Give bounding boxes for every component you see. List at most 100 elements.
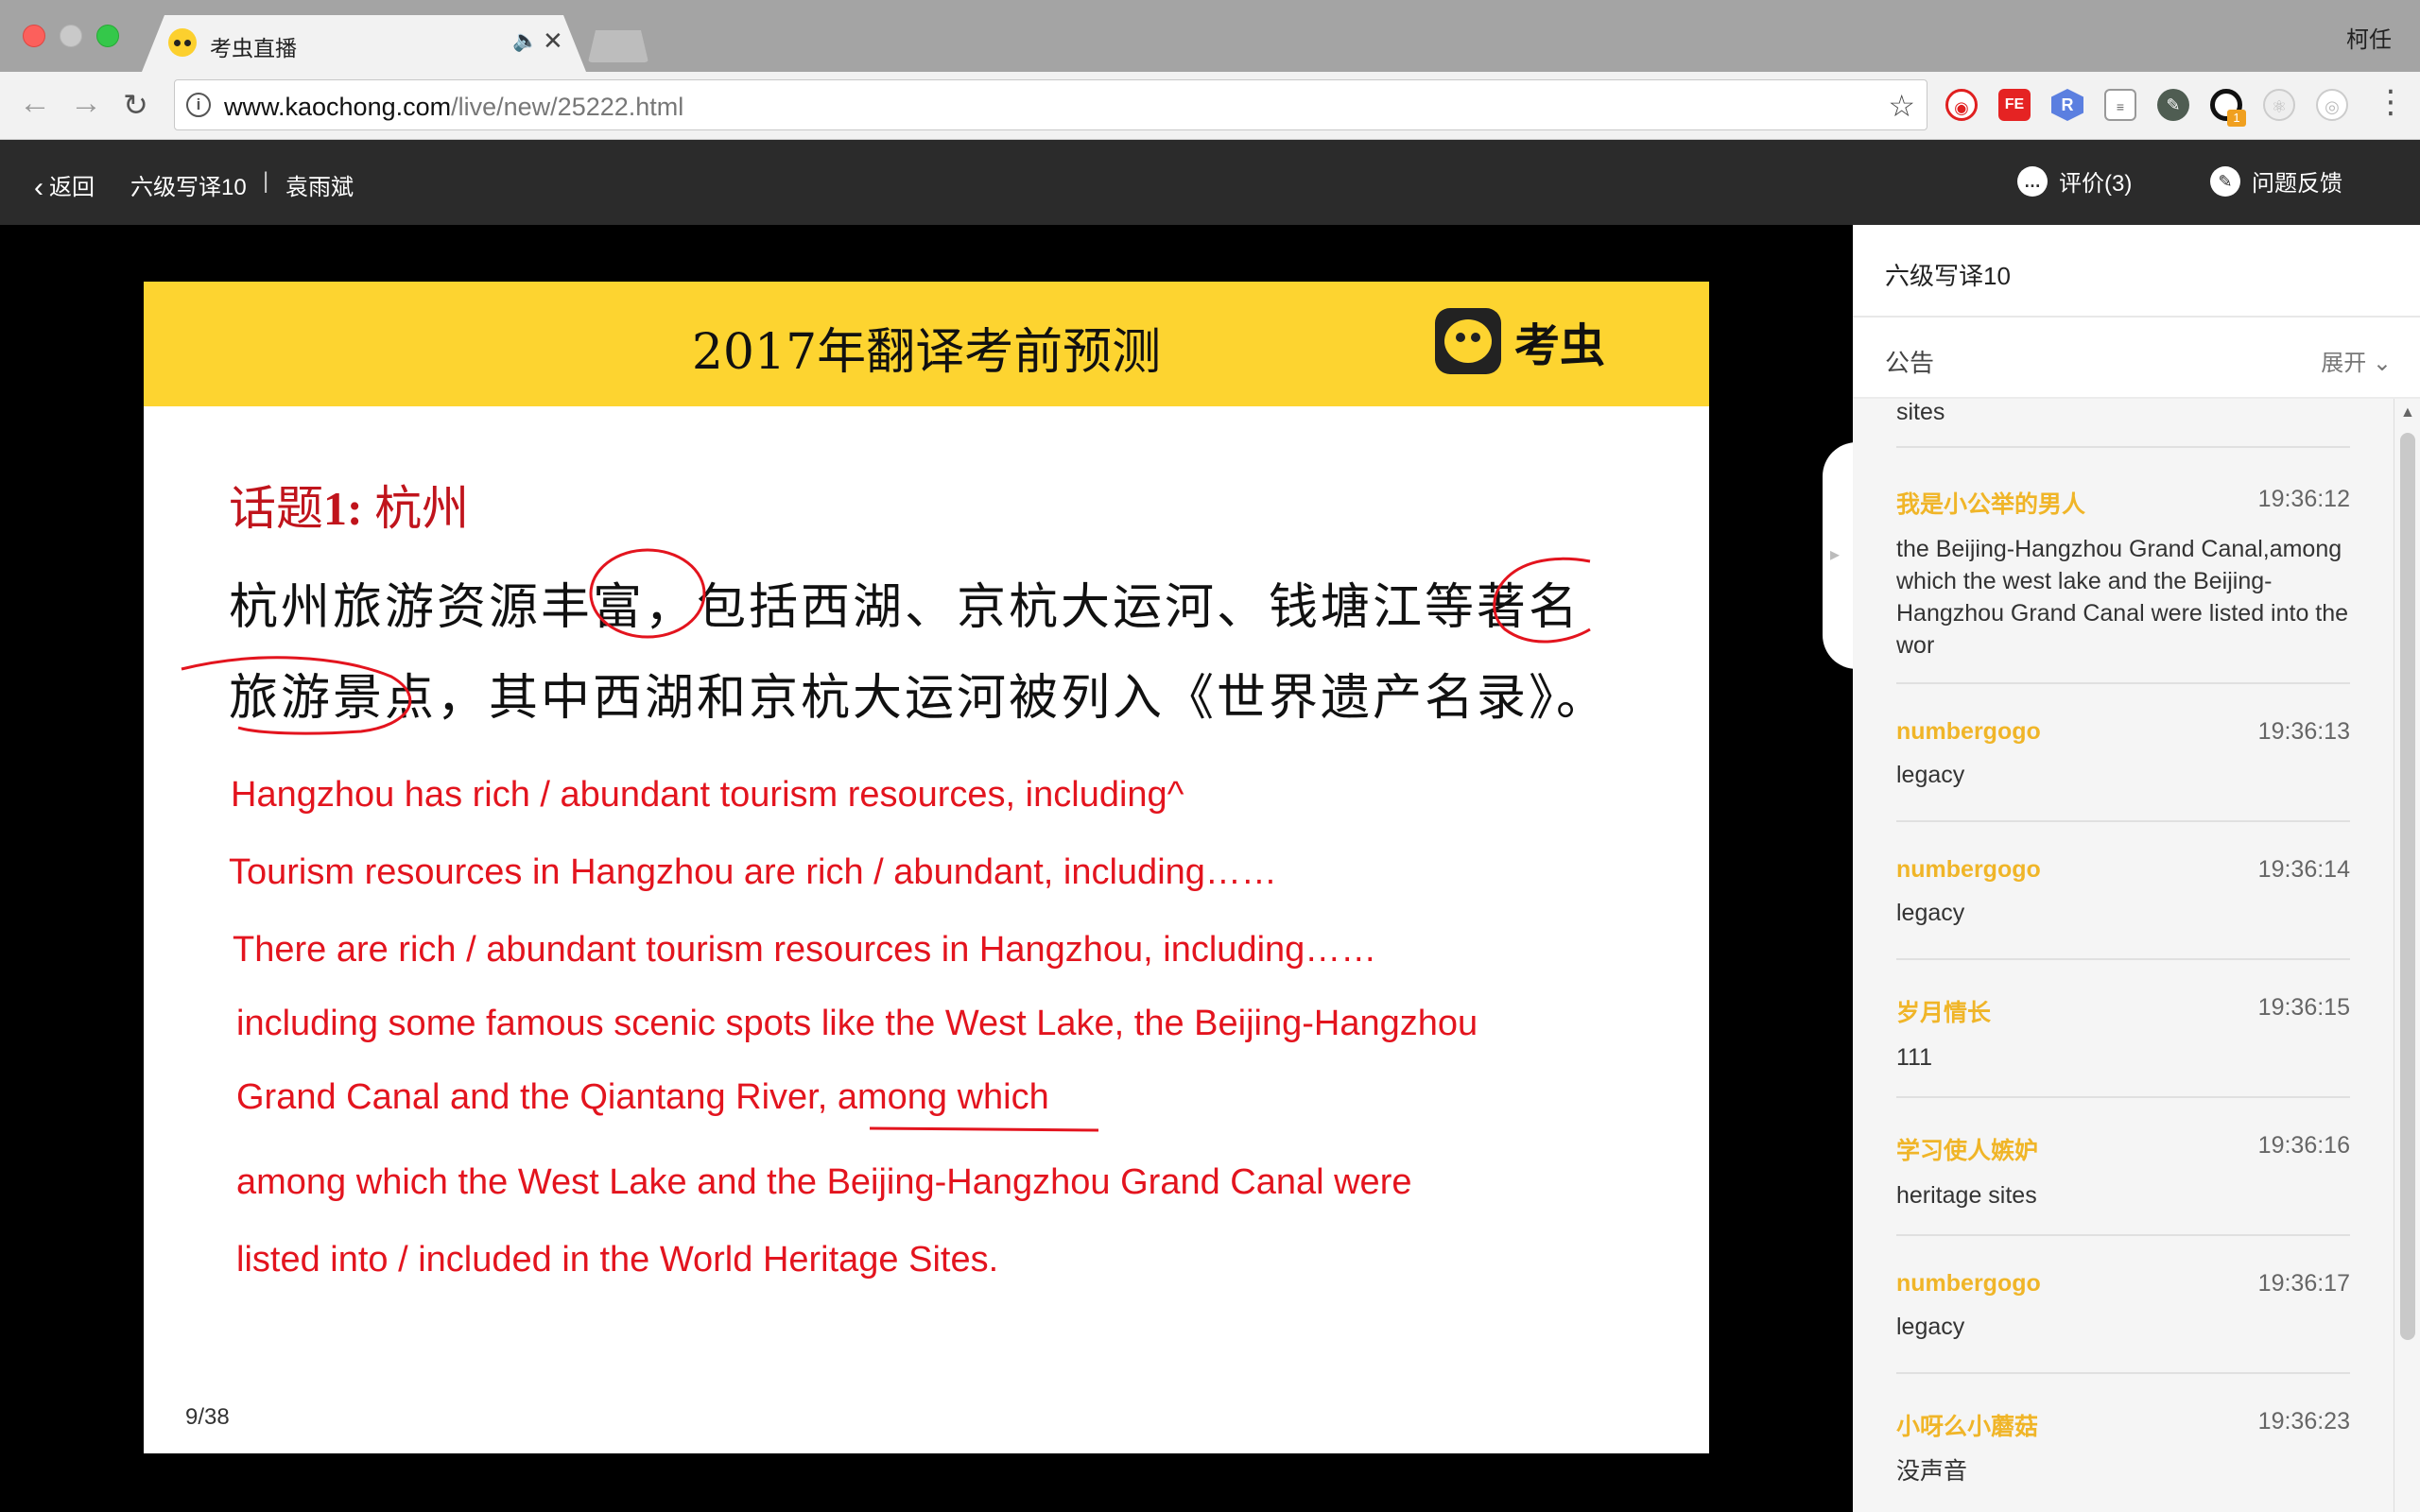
back-arrow-icon[interactable]: ← — [19, 85, 51, 122]
chat-message-text: the Beijing-Hangzhou Grand Canal,among w… — [1896, 536, 2349, 659]
browser-tab-active[interactable]: 考虫直播 🔈 ✕ — [142, 15, 586, 72]
comment-icon: … — [2017, 165, 2048, 197]
window-maximize-button[interactable] — [96, 25, 119, 47]
translation-line: listed into / included in the World Heri… — [236, 1240, 999, 1280]
window-close-button[interactable] — [23, 25, 45, 47]
chat-message-text: heritage sites — [1896, 1182, 2037, 1209]
feedback-button[interactable]: ✎ 问题反馈 — [2210, 164, 2342, 198]
teacher-name: 袁雨斌 — [285, 175, 354, 200]
chat-message: numbergogo 19:36:14 legacy — [1896, 856, 2350, 929]
feedback-label: 问题反馈 — [2252, 171, 2342, 197]
live-stage: 2017年翻译考前预测 考虫 话题1: 杭州 杭州旅游资源丰富，包括西湖、京杭大… — [0, 225, 1853, 1512]
rating-button[interactable]: … 评价(3) — [2017, 164, 2132, 198]
chat-timestamp: 19:36:15 — [2257, 994, 2350, 1021]
browser-titlebar: 考虫直播 🔈 ✕ 柯任 — [0, 0, 2420, 72]
divider — [1896, 1096, 2350, 1098]
lecture-slide: 2017年翻译考前预测 考虫 话题1: 杭州 杭州旅游资源丰富，包括西湖、京杭大… — [144, 282, 1709, 1453]
chat-message-text: 111 — [1896, 1044, 1933, 1071]
collapse-arrow-icon[interactable]: ▸ — [1830, 542, 1840, 566]
divider — [1896, 446, 2350, 448]
translation-line: Hangzhou has rich / abundant tourism res… — [231, 775, 1184, 815]
kebab-menu-icon[interactable]: ⋮ — [2375, 83, 2407, 121]
divider — [1896, 958, 2350, 960]
chat-timestamp: 19:36:12 — [2257, 486, 2350, 512]
chat-scrollbar[interactable]: ▲ — [2394, 399, 2420, 1512]
topic-prefix: 话题 — [229, 482, 323, 535]
chinese-source-line: 旅游景点，其中西湖和京杭大运河被列入《世界遗产名录》。 — [229, 670, 1609, 727]
translation-line: among which the West Lake and the Beijin… — [236, 1162, 1412, 1202]
url-text[interactable]: www.kaochong.com/live/new/25222.html — [224, 93, 683, 122]
extension-hexagon-r-icon[interactable]: R — [2051, 89, 2083, 121]
chat-timestamp: 19:36:23 — [2257, 1408, 2350, 1435]
header-separator: | — [263, 168, 269, 194]
new-tab-button[interactable] — [588, 30, 648, 62]
url-host: www.kaochong.com — [224, 93, 452, 121]
chat-message: 我是小公举的男人 19:36:12 the Beijing-Hangzhou G… — [1896, 486, 2350, 662]
kaochong-favicon-icon — [168, 28, 197, 57]
chat-timestamp: 19:36:13 — [2257, 718, 2350, 745]
forward-arrow-icon[interactable]: → — [70, 85, 102, 122]
app-header: ‹ 返回 六级写译10 | 袁雨斌 … 评价(3) ✎ 问题反馈 — [0, 140, 2420, 225]
sidebar-title: 六级写译10 — [1885, 262, 2011, 290]
chat-message-text: legacy — [1896, 762, 1965, 788]
reload-icon[interactable]: ↻ — [123, 87, 148, 123]
expand-label: 展开 — [2321, 351, 2367, 376]
topic-title: 话题1: 杭州 — [229, 471, 469, 539]
slide-banner: 2017年翻译考前预测 考虫 — [144, 282, 1709, 406]
course-name: 六级写译10 — [130, 175, 247, 200]
extension-react-icon[interactable]: ⚛ — [2263, 89, 2295, 121]
translation-line: There are rich / abundant tourism resour… — [233, 930, 1377, 970]
window-minimize-button[interactable] — [60, 25, 82, 47]
kaochong-logo-icon — [1435, 308, 1501, 374]
speaker-icon[interactable]: 🔈 — [512, 28, 538, 53]
chat-timestamp: 19:36:17 — [2257, 1270, 2350, 1297]
chevron-left-icon: ‹ — [34, 172, 43, 203]
extension-evernote-icon[interactable]: ✎ — [2157, 89, 2189, 121]
extension-fe-icon[interactable]: FE — [1998, 89, 2031, 121]
browser-toolbar: ← → ↻ i www.kaochong.com/live/new/25222.… — [0, 72, 2420, 140]
scrollbar-thumb[interactable] — [2400, 433, 2415, 1340]
info-icon[interactable]: i — [186, 93, 211, 117]
divider — [1896, 682, 2350, 684]
chat-timestamp: 19:36:16 — [2257, 1132, 2350, 1159]
chat-message-text: 没声音 — [1896, 1458, 1968, 1485]
chat-timestamp: 19:36:14 — [2257, 856, 2350, 883]
back-button[interactable]: ‹ 返回 — [34, 168, 95, 203]
chevron-down-icon: ⌄ — [2372, 351, 2392, 376]
tab-close-icon[interactable]: ✕ — [543, 26, 563, 56]
chat-message: numbergogo 19:36:13 legacy — [1896, 718, 2350, 791]
divider — [1896, 1234, 2350, 1236]
rating-label: 评价(3) — [2059, 171, 2133, 197]
extension-red-shield-icon[interactable]: ◉ — [1945, 89, 1978, 121]
brand-logo: 考虫 — [1435, 308, 1605, 374]
scroll-up-arrow-icon[interactable]: ▲ — [2400, 404, 2415, 421]
address-bar[interactable]: i www.kaochong.com/live/new/25222.html ☆ — [174, 79, 1927, 130]
chat-message: 小呀么小蘑菇 19:36:23 没声音 — [1896, 1408, 2350, 1487]
tab-title: 考虫直播 — [210, 36, 297, 60]
back-label: 返回 — [49, 175, 95, 200]
bookmark-star-icon[interactable]: ☆ — [1888, 88, 1915, 124]
chat-list[interactable]: sites 我是小公举的男人 19:36:12 the Beijing-Hang… — [1853, 399, 2394, 1512]
chat-message: numbergogo 19:36:17 legacy — [1896, 1270, 2350, 1343]
chat-sidebar: 六级写译10 公告 展开 ⌄ sites 我是小公举的男人 19:36:12 t… — [1853, 225, 2420, 1512]
chinese-source-line: 杭州旅游资源丰富，包括西湖、京杭大运河、钱塘江等著名 — [229, 579, 1582, 636]
expand-button[interactable]: 展开 ⌄ — [2321, 344, 2392, 377]
chat-message-text: legacy — [1896, 1314, 1965, 1340]
notice-label: 公告 — [1885, 349, 1935, 377]
translation-line: Grand Canal and the Qiantang River, amon… — [236, 1077, 1049, 1117]
pencil-icon: ✎ — [2210, 165, 2240, 197]
chat-message-text: legacy — [1896, 900, 1965, 926]
extension-badge: 1 — [2227, 110, 2246, 127]
divider — [1896, 1372, 2350, 1374]
extension-target-icon[interactable]: ◎ — [2316, 89, 2348, 121]
chat-message-text: sites — [1896, 399, 1945, 425]
chat-message: 岁月情长 19:36:15 111 — [1896, 994, 2350, 1074]
translation-line: Tourism resources in Hangzhou are rich /… — [229, 852, 1277, 892]
notice-bar: 公告 展开 ⌄ — [1853, 318, 2420, 399]
topic-number: 1: — [323, 482, 363, 535]
profile-name[interactable]: 柯任 — [2346, 21, 2392, 54]
annotation-underline — [869, 1126, 1099, 1132]
slide-page-number: 9/38 — [185, 1404, 230, 1430]
translation-line: including some famous scenic spots like … — [236, 1004, 1478, 1043]
extension-document-icon[interactable]: ≡ — [2104, 89, 2136, 121]
